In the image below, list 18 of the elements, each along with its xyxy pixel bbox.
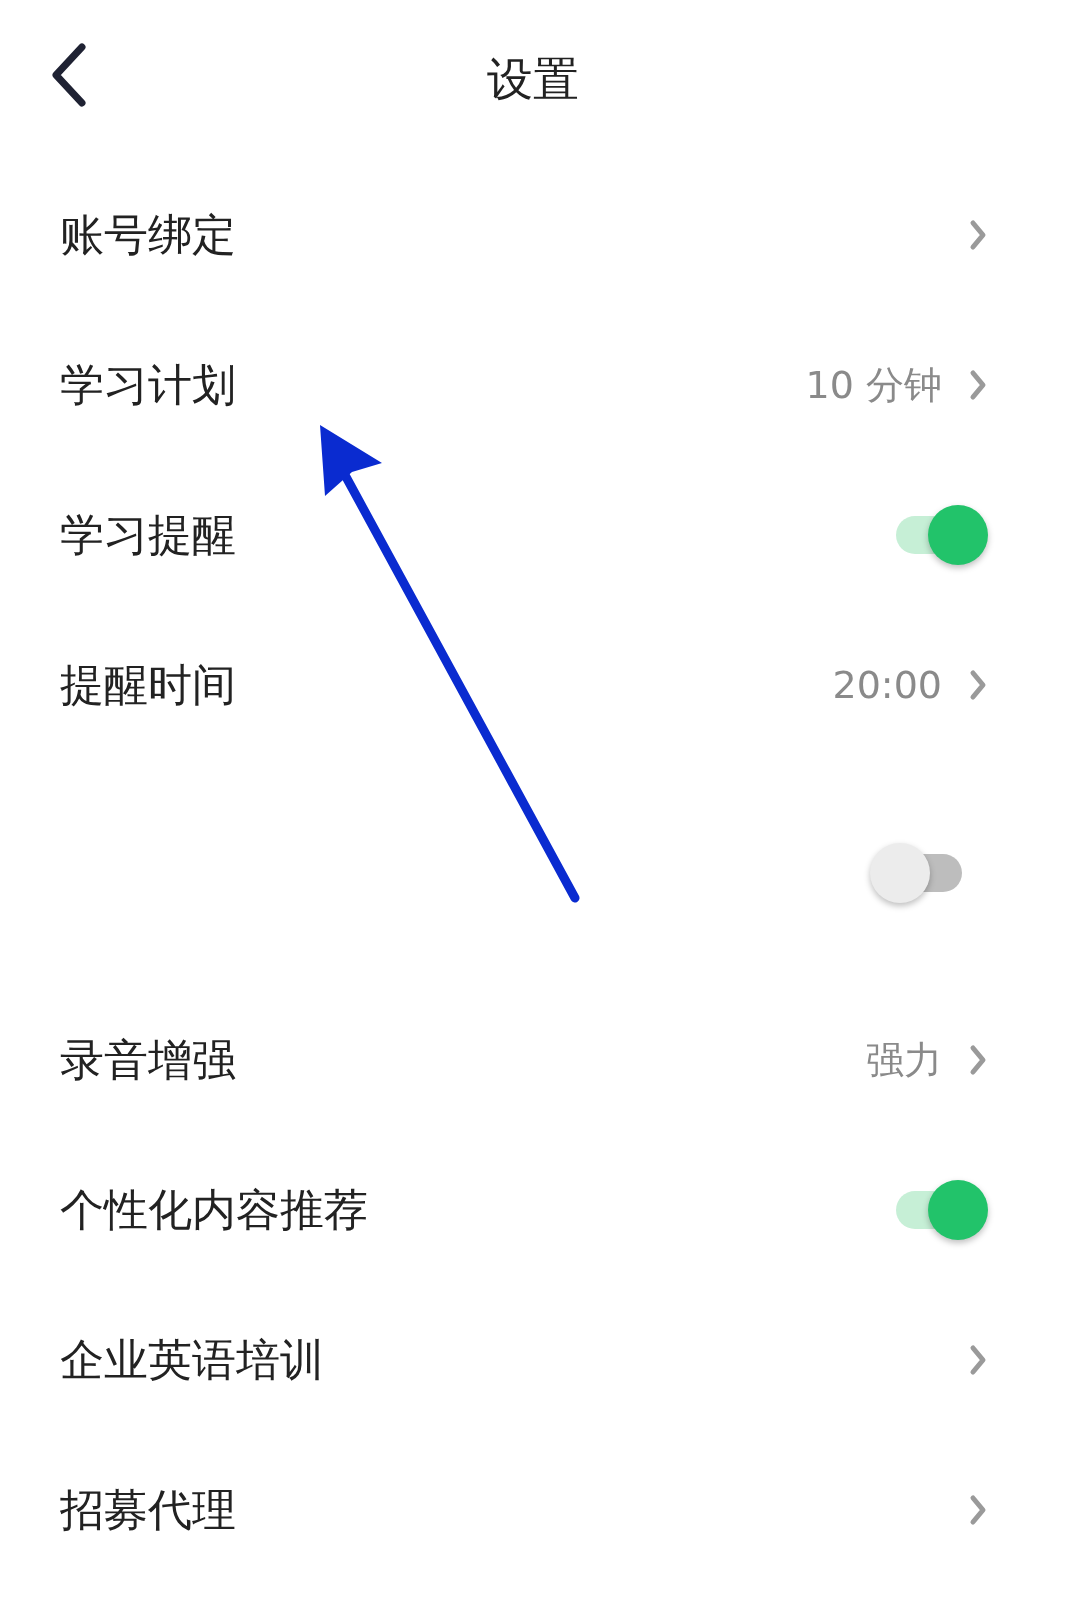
chevron-icon[interactable]: [968, 219, 988, 251]
setting-label: 学习计划: [60, 357, 236, 412]
setting-label: 提醒时间: [60, 657, 236, 712]
setting-value: 10 分钟: [805, 361, 942, 409]
setting-value: 20:00: [832, 663, 942, 707]
chevron-icon[interactable]: [968, 1044, 988, 1076]
chevron-icon[interactable]: [968, 1494, 988, 1526]
setting-label: 录音增强: [60, 1032, 236, 1087]
chevron-icon[interactable]: [968, 1344, 988, 1376]
chevron-icon[interactable]: [968, 669, 988, 701]
setting-label: 招募代理: [60, 1482, 236, 1537]
setting-value: 强力: [866, 1036, 942, 1084]
setting-label: 个性化内容推荐: [60, 1182, 368, 1237]
setting-label: 学习提醒: [60, 507, 236, 562]
page-title: 设置: [487, 51, 579, 108]
setting-label: 账号绑定: [60, 207, 236, 262]
chevron-icon[interactable]: [968, 369, 988, 401]
setting-label: 企业英语培训: [60, 1332, 324, 1387]
